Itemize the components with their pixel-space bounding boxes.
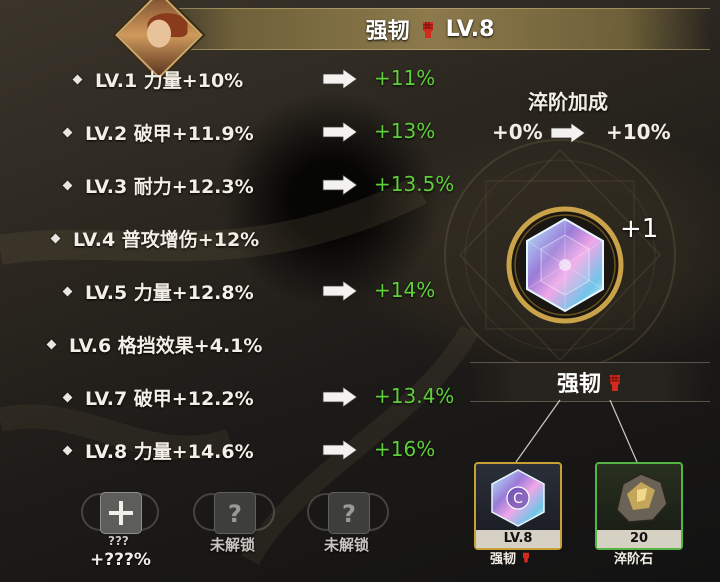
gem-icon: C [491,469,545,527]
svg-text:C: C [513,491,523,507]
bonus-value: +11% [374,66,436,90]
level-row-6: LV.6 格挡效果+4.1% [46,329,263,359]
fist-icon [422,22,433,38]
material-section-header: 强韧 [470,362,710,402]
material-name-text: 强韧 [490,552,517,567]
add-slot-button[interactable] [100,492,142,534]
material-level: LV.8 [476,530,560,548]
arrow-right-icon [550,122,586,144]
level-row-1: LV.1 力量+10% [72,64,244,94]
locked-label: 未解锁 [324,536,370,554]
ore-stone-icon [616,473,668,523]
material-name: 淬阶石 [614,552,654,567]
locked-slot-2[interactable]: ? [214,492,256,534]
level-label: LV.3 耐力+12.3% [85,175,254,198]
bullet-diamond-icon [62,286,73,296]
bullet-diamond-icon [62,392,73,402]
bonus-value: +13% [374,119,436,143]
bonus-value: +13.5% [374,172,455,196]
temper-bonus-title: 淬阶加成 [528,90,608,114]
skill-header-bar: 强韧 LV.8 [150,8,710,50]
temper-bonus-from: +0% [492,120,543,144]
skill-title: 强韧 [365,19,410,44]
level-label: LV.6 格挡效果+4.1% [69,334,263,357]
material-slot-skill-gem[interactable]: C LV.8 [474,462,562,550]
bullet-diamond-icon [62,445,73,455]
material-count: 20 [597,530,681,548]
level-label: LV.5 力量+12.8% [85,281,254,304]
level-label: LV.7 破甲+12.2% [85,387,254,410]
arrow-right-icon [322,68,358,90]
bonus-value: +16% [374,437,436,461]
svg-text:?: ? [228,500,242,528]
bonus-value: +14% [374,278,436,302]
locked-slot-3[interactable]: ? [328,492,370,534]
skill-name: 强韧 [556,372,601,397]
arrow-right-icon [322,174,358,196]
arrow-right-icon [322,386,358,408]
plus-icon [109,501,133,525]
material-name: 强韧 [490,548,531,567]
svg-text:?: ? [342,500,356,528]
bonus-value: +13.4% [374,384,455,408]
level-label: LV.1 力量+10% [95,69,244,92]
question-mark-icon: ? [342,500,356,528]
gem-count: +1 [620,214,659,244]
bullet-diamond-icon [62,180,73,190]
question-mark-icon: ? [228,500,242,528]
slot-unknown-value: +???% [90,550,151,570]
level-label: LV.2 破甲+11.9% [85,122,254,145]
bullet-diamond-icon [62,127,73,137]
level-row-2: LV.2 破甲+11.9% [62,117,254,147]
arrow-right-icon [322,439,358,461]
bullet-diamond-icon [50,233,61,243]
level-row-3: LV.3 耐力+12.3% [62,170,254,200]
level-row-4: LV.4 普攻增伤+12% [50,223,260,253]
locked-label: 未解锁 [210,536,256,554]
material-slot-temper-stone[interactable]: 20 [595,462,683,550]
temper-bonus-to: +10% [606,120,671,144]
level-row-8: LV.8 力量+14.6% [62,435,254,465]
fist-icon [522,552,529,563]
slot-unknown-label: ??? [108,534,129,548]
fist-icon [610,375,620,391]
level-row-7: LV.7 破甲+12.2% [62,382,254,412]
bullet-diamond-icon [46,339,57,349]
arrow-right-icon [322,121,358,143]
level-row-5: LV.5 力量+12.8% [62,276,254,306]
skill-level: LV.8 [445,16,495,42]
level-label: LV.8 力量+14.6% [85,440,254,463]
bullet-diamond-icon [72,74,83,84]
temper-gem-icon[interactable] [505,205,625,325]
arrow-right-icon [322,280,358,302]
level-label: LV.4 普攻增伤+12% [73,228,260,251]
